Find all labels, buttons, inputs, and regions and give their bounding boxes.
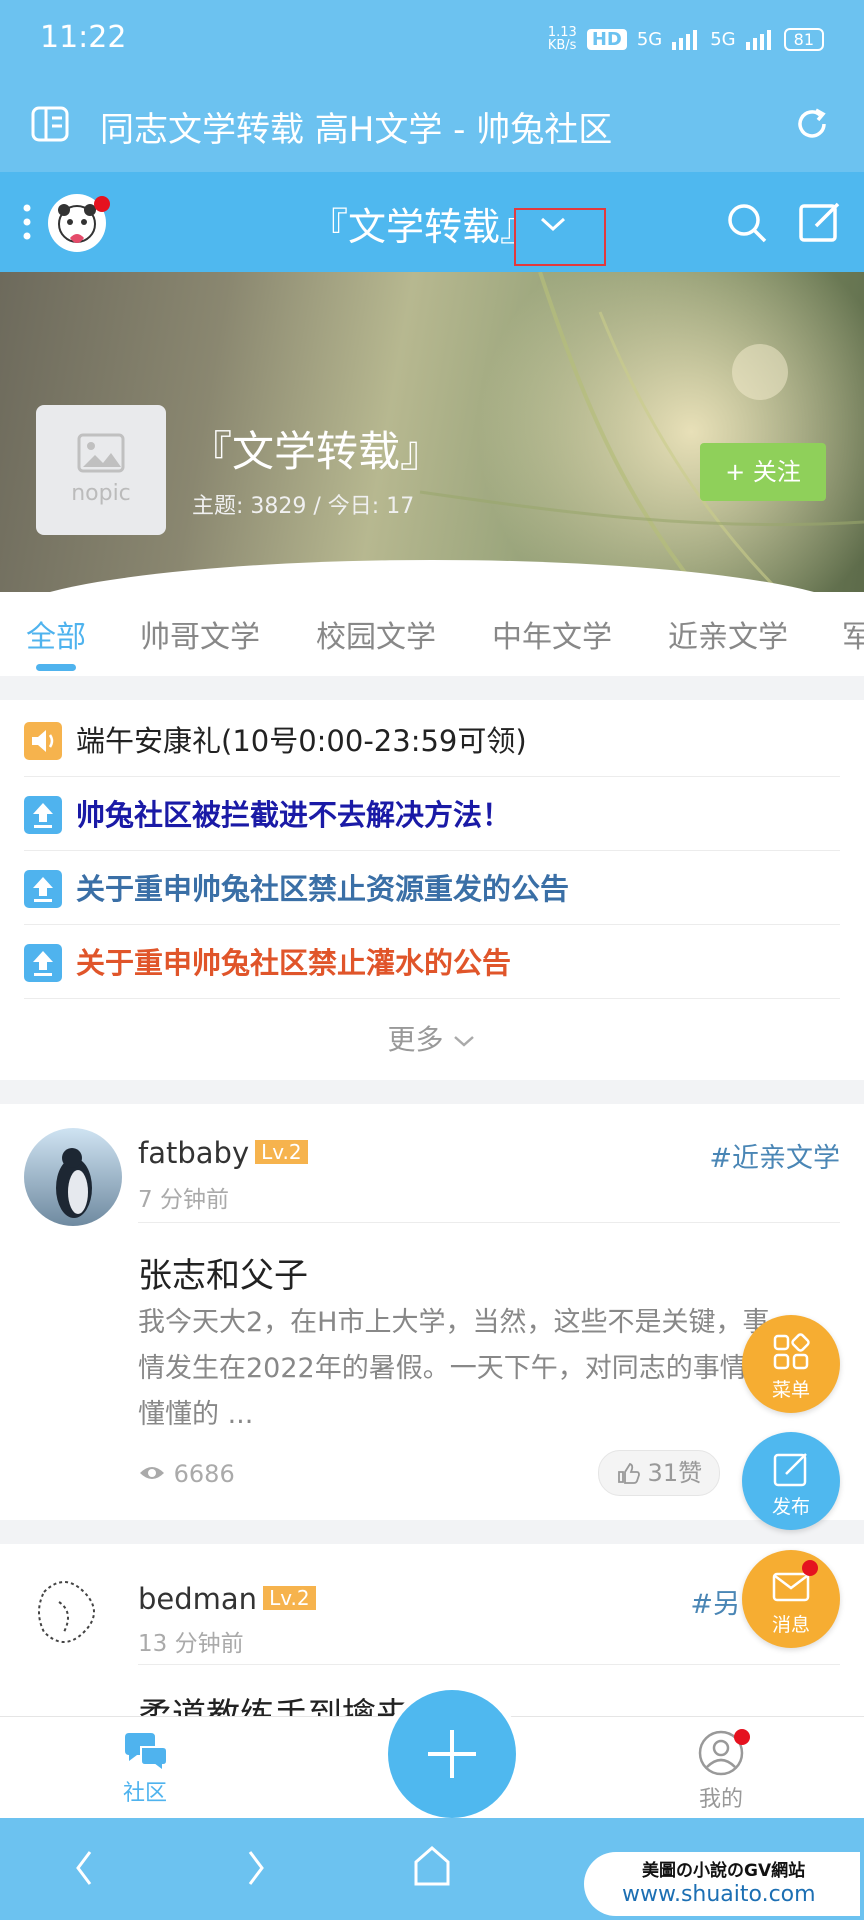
title-bar: 同志文学转载 高H文学 - 帅兔社区 bbox=[0, 80, 864, 172]
upload-arrow-icon bbox=[24, 944, 62, 982]
nav-community-label: 社区 bbox=[122, 1781, 167, 1806]
post-title: 张志和父子 bbox=[138, 1256, 308, 1296]
eye-icon bbox=[140, 1467, 164, 1479]
notice-text: 关于重申帅兔社区禁止资源重发的公告 bbox=[76, 872, 570, 906]
divider bbox=[138, 1664, 840, 1665]
tab-handsome[interactable]: 帅哥文学 bbox=[140, 612, 260, 656]
sidebar-toggle-icon[interactable] bbox=[30, 104, 70, 144]
username-text: fatbaby bbox=[138, 1136, 250, 1170]
watermark-logo: 美圖の小說のGV網站 www.shuaito.com bbox=[584, 1852, 860, 1916]
watermark-line1: 美圖の小說のGV網站 bbox=[642, 1861, 806, 1881]
tab-indicator bbox=[36, 664, 76, 671]
notice-item[interactable]: 关于重申帅兔社区禁止资源重发的公告 bbox=[24, 852, 840, 925]
status-indicators: 1.13 KB/s HD 5G 5G 81 bbox=[548, 26, 824, 52]
notification-dot bbox=[802, 1560, 818, 1576]
tab-all[interactable]: 全部 bbox=[26, 612, 86, 656]
post-card[interactable]: fatbaby Lv.2 7 分钟前 #近亲文学 张志和父子 我今天大2，在H市上… bbox=[0, 1104, 864, 1520]
nopic-label: nopic bbox=[71, 481, 131, 506]
follow-button[interactable]: + 关注 bbox=[700, 443, 826, 501]
like-count: 31赞 bbox=[647, 1459, 703, 1487]
refresh-icon[interactable] bbox=[792, 104, 832, 144]
username-text: bedman bbox=[138, 1582, 258, 1616]
sketch-avatar-icon bbox=[38, 1581, 95, 1643]
tab-campus[interactable]: 校园文学 bbox=[316, 612, 436, 656]
more-vertical-icon[interactable] bbox=[20, 202, 34, 242]
add-post-button[interactable] bbox=[388, 1690, 516, 1818]
view-count-text: 6686 bbox=[173, 1460, 235, 1488]
penguin-avatar-icon bbox=[56, 1148, 92, 1218]
speaker-icon bbox=[24, 722, 62, 760]
status-time: 11:22 bbox=[40, 20, 127, 55]
battery-indicator: 81 bbox=[783, 27, 824, 51]
forum-header: 『文学转载』 bbox=[0, 172, 864, 272]
notice-text: 端午安康礼(10号0:00-23:59可领) bbox=[76, 724, 527, 758]
like-button[interactable]: 31赞 bbox=[598, 1450, 720, 1496]
status-bar: 11:22 1.13 KB/s HD 5G 5G 81 bbox=[0, 0, 864, 80]
category-tabs: 全部 帅哥文学 校园文学 中年文学 近亲文学 军 bbox=[0, 592, 864, 676]
signal-5g-2: 5G bbox=[710, 28, 736, 50]
publish-fab[interactable]: 发布 bbox=[742, 1432, 840, 1530]
banner-title: 『文学转载』 bbox=[190, 427, 443, 476]
upload-arrow-icon bbox=[24, 870, 62, 908]
banner-stats: 主题: 3829 / 今日: 17 bbox=[192, 494, 415, 519]
back-icon[interactable] bbox=[72, 1848, 96, 1888]
notice-text: 关于重申帅兔社区禁止灌水的公告 bbox=[76, 946, 512, 980]
username[interactable]: fatbaby Lv.2 bbox=[138, 1136, 308, 1170]
forum-name: 『文学转载』 bbox=[310, 205, 539, 249]
more-button[interactable]: 更多 bbox=[0, 1018, 864, 1058]
post-time: 7 分钟前 bbox=[138, 1187, 229, 1213]
edit-icon[interactable] bbox=[798, 200, 842, 244]
page-title: 同志文学转载 高H文学 - 帅兔社区 bbox=[100, 110, 613, 150]
grid-icon bbox=[773, 1333, 810, 1370]
mail-icon bbox=[772, 1572, 810, 1602]
notice-text: 帅兔社区被拦截进不去解决方法！ bbox=[76, 798, 512, 832]
forum-icon-placeholder: nopic bbox=[36, 405, 166, 535]
chevron-down-icon[interactable] bbox=[538, 214, 568, 234]
level-badge: Lv.2 bbox=[255, 1140, 308, 1164]
image-placeholder-icon bbox=[77, 433, 125, 473]
home-icon[interactable] bbox=[412, 1844, 452, 1888]
divider bbox=[138, 1222, 840, 1223]
menu-fab[interactable]: 菜单 bbox=[742, 1315, 840, 1413]
message-fab-label: 消息 bbox=[771, 1614, 810, 1636]
plus-icon bbox=[428, 1730, 476, 1778]
post-tag[interactable]: #另 bbox=[690, 1582, 740, 1621]
message-fab[interactable]: 消息 bbox=[742, 1550, 840, 1648]
publish-fab-label: 发布 bbox=[771, 1496, 810, 1518]
nav-mine[interactable]: 我的 bbox=[676, 1729, 766, 1813]
view-count: 6686 bbox=[138, 1460, 235, 1488]
signal-bars-icon bbox=[672, 30, 698, 50]
username[interactable]: bedman Lv.2 bbox=[138, 1582, 316, 1616]
notification-dot bbox=[94, 196, 110, 212]
post-tag[interactable]: #近亲文学 bbox=[709, 1136, 840, 1175]
search-icon[interactable] bbox=[726, 202, 768, 244]
signal-5g-1: 5G bbox=[636, 28, 663, 50]
menu-fab-label: 菜单 bbox=[771, 1379, 810, 1401]
tab-kinship[interactable]: 近亲文学 bbox=[668, 612, 788, 656]
tab-military[interactable]: 军 bbox=[842, 612, 864, 656]
edit-icon bbox=[773, 1453, 807, 1487]
notice-item[interactable]: 关于重申帅兔社区禁止灌水的公告 bbox=[24, 926, 840, 999]
upload-arrow-icon bbox=[24, 796, 62, 834]
hd-badge: HD bbox=[586, 28, 627, 50]
nav-community[interactable]: 社区 bbox=[100, 1729, 190, 1807]
level-badge: Lv.2 bbox=[263, 1586, 316, 1610]
post-avatar[interactable] bbox=[24, 1562, 122, 1660]
post-excerpt: 我今天大2，在H市上大学，当然，这些不是关键，事情发生在2022年的暑假。一天下… bbox=[138, 1307, 774, 1430]
chevron-down-icon bbox=[454, 1036, 475, 1047]
notice-item[interactable]: 端午安康礼(10号0:00-23:59可领) bbox=[24, 704, 840, 777]
watermark-line2: www.shuaito.com bbox=[622, 1882, 816, 1907]
more-label: 更多 bbox=[387, 1023, 444, 1056]
notice-item[interactable]: 帅兔社区被拦截进不去解决方法！ bbox=[24, 778, 840, 851]
chat-bubbles-icon bbox=[125, 1733, 168, 1773]
post-avatar[interactable] bbox=[24, 1128, 122, 1226]
thumbs-up-icon bbox=[618, 1462, 640, 1484]
forward-icon[interactable] bbox=[244, 1848, 268, 1888]
post-time: 13 分钟前 bbox=[138, 1631, 244, 1657]
signal-bars-icon bbox=[745, 30, 771, 50]
network-speed: 1.13 KB/s bbox=[547, 25, 577, 53]
nav-mine-label: 我的 bbox=[698, 1787, 743, 1812]
notification-dot bbox=[734, 1729, 750, 1745]
tab-middle-age[interactable]: 中年文学 bbox=[492, 612, 612, 656]
